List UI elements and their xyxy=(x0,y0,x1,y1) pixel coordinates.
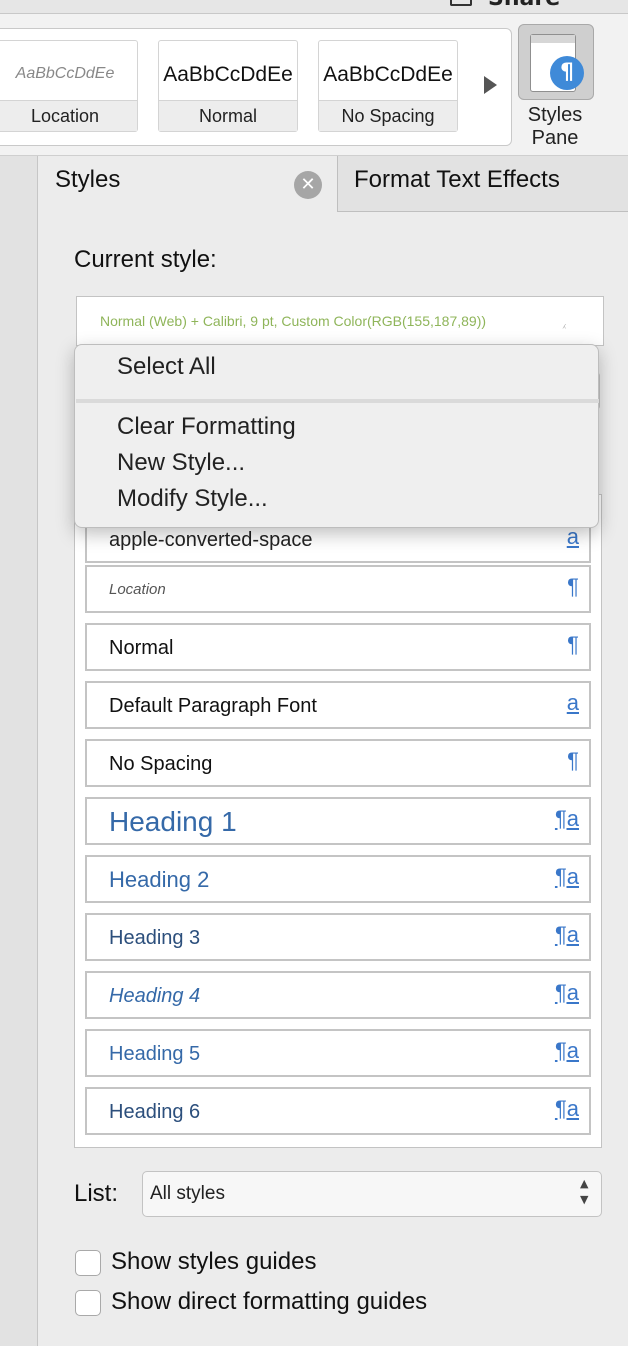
gallery-next-arrow-icon[interactable] xyxy=(484,76,497,94)
styles-pane-label[interactable]: Styles Pane xyxy=(510,104,600,150)
share-button[interactable]: Share xyxy=(488,0,560,11)
style-row-name: Normal xyxy=(109,637,174,659)
gallery-tile-sample: AaBbCcDdEe xyxy=(163,63,293,86)
close-icon[interactable]: ✕ xyxy=(294,171,322,199)
style-row-name: Heading 3 xyxy=(109,927,201,949)
menu-item-modify-style[interactable]: Modify Style... xyxy=(117,485,268,513)
paragraph-style-icon: ¶ xyxy=(567,574,579,599)
style-row-name: Heading 1 xyxy=(109,806,237,837)
style-row-heading-2[interactable]: Heading 2 ¶a xyxy=(85,855,591,903)
linked-style-icon: ¶a xyxy=(554,864,579,889)
style-row-name: No Spacing xyxy=(109,753,213,775)
style-row-location[interactable]: Location ¶ xyxy=(85,565,591,613)
character-style-icon: a xyxy=(566,690,579,715)
gallery-tile-sample: AaBbCcDdEe xyxy=(15,65,115,82)
show-direct-formatting-guides-checkbox[interactable] xyxy=(75,1290,101,1316)
gallery-tile-caption: No Spacing xyxy=(319,100,457,131)
linked-style-icon: ¶a xyxy=(554,922,579,947)
list-label: List: xyxy=(74,1180,119,1207)
tab-styles-label: Styles xyxy=(55,166,121,193)
gallery-tile-caption: Location xyxy=(0,100,137,131)
share-icon[interactable] xyxy=(450,0,472,6)
style-row-name: Heading 4 xyxy=(109,985,201,1007)
style-row-name: Heading 5 xyxy=(109,1043,201,1065)
tab-format-text-effects-label: Format Text Effects xyxy=(354,166,560,193)
linked-style-icon: ¶a xyxy=(554,806,579,831)
menu-item-clear-formatting[interactable]: Clear Formatting xyxy=(117,413,296,441)
linked-style-icon: ¶a xyxy=(554,980,579,1005)
style-row-heading-3[interactable]: Heading 3 ¶a xyxy=(85,913,591,961)
style-row-name: Location xyxy=(109,581,166,598)
show-direct-formatting-guides-label: Show direct formatting guides xyxy=(111,1288,428,1315)
current-style-value: Normal (Web) + Calibri, 9 pt, Custom Col… xyxy=(100,313,487,329)
style-row-heading-4[interactable]: Heading 4 ¶a xyxy=(85,971,591,1019)
style-row-default-paragraph-font[interactable]: Default Paragraph Font a xyxy=(85,681,591,729)
style-row-normal[interactable]: Normal ¶ xyxy=(85,623,591,671)
menu-item-select-all[interactable]: Select All xyxy=(117,353,216,381)
scroll-indicator-icon: ⁁ xyxy=(563,318,566,329)
style-row-heading-1[interactable]: Heading 1 ¶a xyxy=(85,797,591,845)
gallery-tile-location[interactable]: AaBbCcDdEe Location xyxy=(0,40,138,132)
show-styles-guides-label: Show styles guides xyxy=(111,1248,317,1275)
menu-separator xyxy=(76,399,599,403)
document-edge xyxy=(0,156,38,1346)
paragraph-style-icon: ¶ xyxy=(567,632,579,657)
document-icon-bar xyxy=(531,35,575,43)
select-arrows-icon: ▲ ▼ xyxy=(580,1177,589,1206)
gallery-tile-sample: AaBbCcDdEe xyxy=(323,63,453,86)
style-row-heading-6[interactable]: Heading 6 ¶a xyxy=(85,1087,591,1135)
paragraph-style-icon: ¶ xyxy=(567,748,579,773)
current-style-label: Current style: xyxy=(74,246,217,273)
menu-item-new-style[interactable]: New Style... xyxy=(117,449,245,477)
linked-style-icon: ¶a xyxy=(554,1096,579,1121)
style-row-name: Heading 6 xyxy=(109,1101,201,1123)
style-row-name: Default Paragraph Font xyxy=(109,695,317,717)
gallery-tile-normal[interactable]: AaBbCcDdEe Normal xyxy=(158,40,298,132)
style-row-no-spacing[interactable]: No Spacing ¶ xyxy=(85,739,591,787)
pilcrow-icon: ¶ xyxy=(550,56,584,90)
gallery-tile-caption: Normal xyxy=(159,100,297,131)
list-select-value: All styles xyxy=(150,1183,225,1204)
show-styles-guides-checkbox[interactable] xyxy=(75,1250,101,1276)
style-row-name: Heading 2 xyxy=(109,867,210,892)
style-actions-menu: Select All Clear Formatting New Style...… xyxy=(74,344,599,528)
style-list[interactable]: apple-converted-space a Location ¶ Norma… xyxy=(74,494,602,1148)
style-row-heading-5[interactable]: Heading 5 ¶a xyxy=(85,1029,591,1077)
linked-style-icon: ¶a xyxy=(554,1038,579,1063)
gallery-tile-no-spacing[interactable]: AaBbCcDdEe No Spacing xyxy=(318,40,458,132)
